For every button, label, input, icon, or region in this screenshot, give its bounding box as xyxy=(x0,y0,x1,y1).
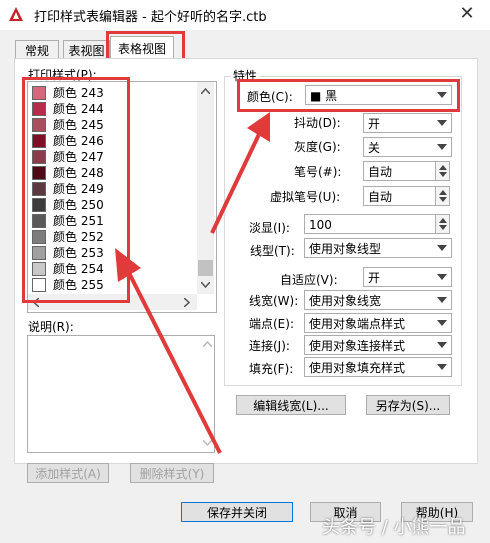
watermark: 头条号 / 小熊一品 xyxy=(322,517,466,538)
annotation-arrows xyxy=(115,112,270,454)
save-and-close-button[interactable]: 保存并关闭 xyxy=(181,502,293,522)
